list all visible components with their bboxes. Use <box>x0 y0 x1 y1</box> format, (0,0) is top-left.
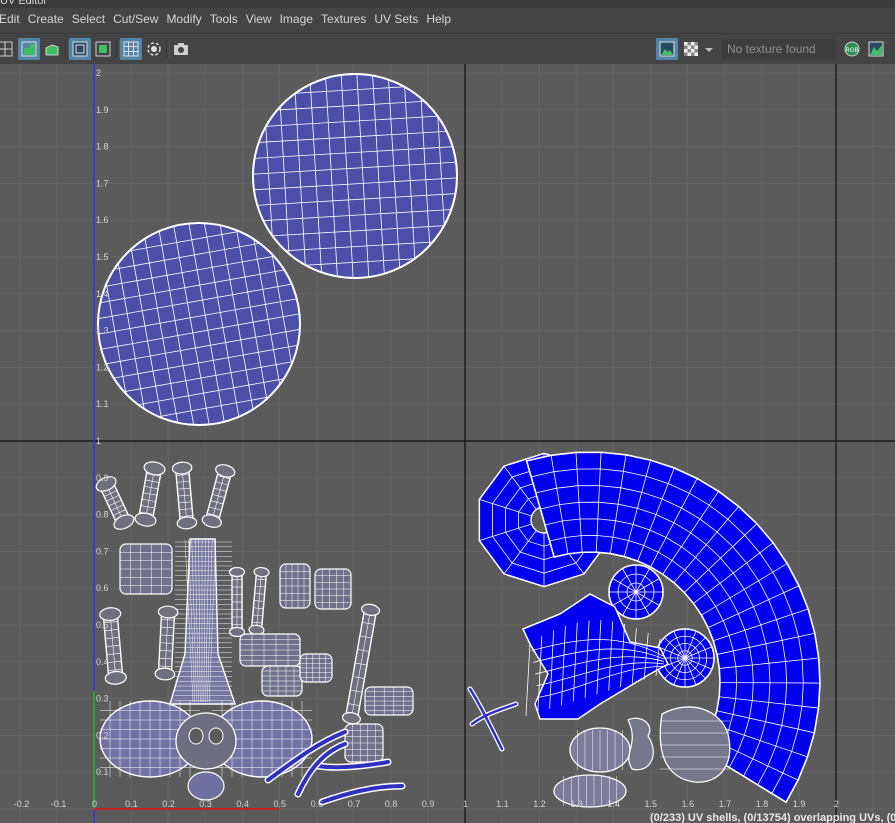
menu-help[interactable]: Help <box>426 8 459 30</box>
u-label: 1.8 <box>756 799 769 809</box>
uv-shell-block-8 <box>119 543 173 595</box>
display-image-icon[interactable] <box>656 38 678 60</box>
u-label: 1.5 <box>645 799 658 809</box>
v-label: 0.8 <box>96 510 109 520</box>
v-label: 0.7 <box>96 546 109 556</box>
uv-shell-block-5 <box>314 568 352 610</box>
menu-modify[interactable]: Modify <box>166 8 209 30</box>
v-label: 1.3 <box>96 326 109 336</box>
v-label: 1.9 <box>96 105 109 115</box>
u-label: 1.1 <box>496 799 509 809</box>
v-label: 0.4 <box>96 657 109 667</box>
u-label: 1.7 <box>719 799 732 809</box>
grid-snap-icon[interactable] <box>120 38 142 60</box>
svg-text:RGB: RGB <box>845 48 858 54</box>
pivot-icon[interactable] <box>143 38 165 60</box>
menu-bar: Edit Create Select Cut/Sew Modify Tools … <box>0 8 895 30</box>
uv-shell-bone-5 <box>228 566 246 638</box>
v-label: 0.9 <box>96 473 109 483</box>
u-label: 0.3 <box>199 799 212 809</box>
checker-icon[interactable] <box>680 38 702 60</box>
u-label: 1.2 <box>533 799 546 809</box>
texture-field[interactable]: No texture found <box>722 39 836 59</box>
texture-borders-icon[interactable] <box>41 38 63 60</box>
uv-shell-block-2 <box>261 665 303 697</box>
menu-view[interactable]: View <box>246 8 280 30</box>
v-label: 1.4 <box>96 289 109 299</box>
v-label: 1.8 <box>96 142 109 152</box>
menu-cut-sew[interactable]: Cut/Sew <box>113 8 166 30</box>
uv-shell-block-3 <box>299 653 333 683</box>
uv-shell-sphere-top <box>252 73 458 279</box>
u-label: 0.6 <box>311 799 324 809</box>
uv-shell-block-1 <box>239 633 301 667</box>
u-label: 0.2 <box>162 799 175 809</box>
menu-select[interactable]: Select <box>72 8 113 30</box>
v-label: 1.7 <box>96 178 109 188</box>
u-label: 2 <box>834 799 839 809</box>
u-label: 0.5 <box>274 799 287 809</box>
uv-shell-pair <box>627 717 654 771</box>
u-label: 0.7 <box>348 799 361 809</box>
u-label: 0.4 <box>236 799 249 809</box>
u-label: 1.4 <box>607 799 620 809</box>
uv-canvas[interactable]: 2 1.9 1.8 1.7 1.6 1.5 1.4 1.3 1.2 1.1 1 0.9 0.8 0.7 0.… <box>0 64 895 823</box>
menu-tools[interactable]: Tools <box>210 8 246 30</box>
image-toggle-icon[interactable] <box>865 38 887 60</box>
v-label: 1.1 <box>96 399 109 409</box>
uv-shell-block-7 <box>344 723 384 763</box>
v-label: 0.3 <box>96 694 109 704</box>
menu-image[interactable]: Image <box>280 8 321 30</box>
isolate-icon[interactable] <box>92 38 114 60</box>
uv-shell-block-6 <box>364 686 414 716</box>
v-label: 1.5 <box>96 252 109 262</box>
uv-grid-icon[interactable] <box>0 38 16 60</box>
distortion-icon[interactable] <box>69 38 91 60</box>
uv-shell-block-4 <box>279 563 311 609</box>
window-title-bar: UV Editor <box>0 0 895 8</box>
v-label: 0.1 <box>96 767 109 777</box>
menu-uv-sets[interactable]: UV Sets <box>374 8 426 30</box>
menu-create[interactable]: Create <box>28 8 72 30</box>
window-title: UV Editor <box>0 0 48 7</box>
shaded-uv-icon[interactable] <box>18 38 40 60</box>
uv-viewport[interactable]: 2 1.9 1.8 1.7 1.6 1.5 1.4 1.3 1.2 1.1 1 0.9 0.8 0.7 0.… <box>0 64 895 823</box>
v-label: 2 <box>96 68 101 78</box>
uv-shell-lens-top <box>569 727 631 773</box>
uv-status-text: (0/233) UV shells, (0/13754) overlapping… <box>650 812 895 823</box>
u-label: 1.3 <box>570 799 583 809</box>
u-label: 1 <box>463 799 468 809</box>
v-label: 1.2 <box>96 362 109 372</box>
u-label: 0.9 <box>422 799 435 809</box>
snapshot-icon[interactable] <box>170 38 192 60</box>
u-label: 0 <box>92 799 97 809</box>
u-label: 0.8 <box>385 799 398 809</box>
v-label: 0.2 <box>96 730 109 740</box>
u-label: 0.1 <box>125 799 138 809</box>
menu-textures[interactable]: Textures <box>321 8 374 30</box>
dropdown-arrow-icon[interactable] <box>701 38 715 60</box>
rgb-channels-icon[interactable]: RGB <box>841 38 863 60</box>
u-label: -0.1 <box>51 799 67 809</box>
v-label: 0.6 <box>96 583 109 593</box>
v-label: 0.5 <box>96 620 109 630</box>
u-label: 1.6 <box>682 799 695 809</box>
u-label: 1.9 <box>793 799 806 809</box>
v-label: 1 <box>96 436 101 446</box>
v-label: 1.6 <box>96 215 109 225</box>
uv-toolbar: No texture found RGB <box>0 33 895 64</box>
menu-edit[interactable]: Edit <box>0 8 28 30</box>
u-label: -0.2 <box>14 799 30 809</box>
